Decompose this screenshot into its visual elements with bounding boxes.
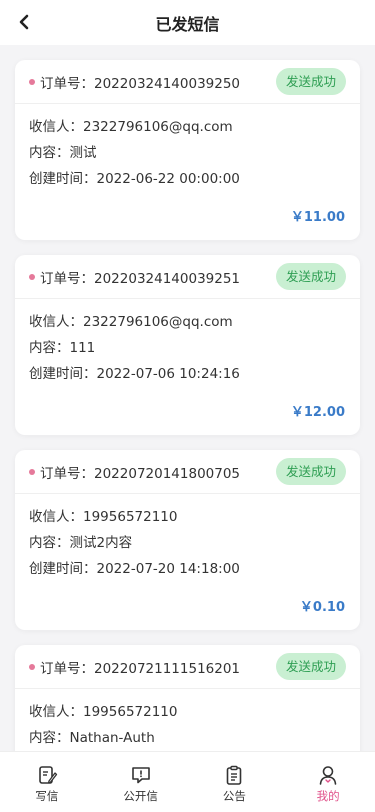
bullet-dot — [29, 273, 35, 280]
tab-write[interactable]: 写信 — [0, 752, 94, 812]
order-number: 订单号：20220324140039250 — [40, 75, 241, 92]
created-time-row: 创建时间：2022-07-06 10:24:16 — [29, 366, 240, 382]
status-badge: 发送成功 — [275, 68, 346, 95]
tab-label: 公告 — [222, 789, 246, 803]
top-bar: 已发短信 — [0, 0, 375, 45]
order-card[interactable]: 订单号：20220324140039250 发送成功 收信人：232279610… — [15, 60, 360, 240]
bullet-dot — [29, 663, 35, 670]
content-row: 内容：测试2内容 — [29, 535, 133, 551]
page-title: 已发短信 — [155, 14, 220, 34]
recipient-row: 收信人：2322796106@qq.com — [29, 119, 233, 135]
tab-profile[interactable]: 我的 — [281, 752, 375, 812]
price: ￥12.00 — [290, 405, 345, 420]
status-badge: 发送成功 — [275, 458, 346, 485]
back-button[interactable] — [10, 8, 38, 36]
order-number: 订单号：20220324140039251 — [40, 270, 241, 287]
content-row: 内容：测试 — [29, 145, 97, 161]
order-header: 订单号：20220720141800705 发送成功 — [15, 450, 360, 494]
created-time-row: 创建时间：2022-06-22 00:00:00 — [29, 171, 240, 187]
tab-public-letter[interactable]: 公开信 — [94, 752, 188, 812]
status-badge: 发送成功 — [275, 653, 346, 680]
tab-notice[interactable]: 公告 — [188, 752, 282, 812]
order-card[interactable]: 订单号：20220324140039251 发送成功 收信人：232279610… — [15, 255, 360, 435]
created-time-row: 创建时间：2022-07-20 14:18:00 — [29, 561, 240, 577]
order-number: 订单号：20220720141800705 — [40, 465, 241, 482]
chevron-left-icon — [19, 14, 29, 30]
write-letter-icon — [39, 766, 58, 784]
sms-list[interactable]: 订单号：20220324140039250 发送成功 收信人：232279610… — [0, 45, 375, 751]
order-header: 订单号：20220324140039250 发送成功 — [15, 60, 360, 104]
bullet-dot — [29, 468, 35, 475]
tab-label: 写信 — [35, 789, 59, 803]
price: ￥0.10 — [299, 600, 345, 615]
notice-icon — [227, 765, 242, 785]
status-badge: 发送成功 — [275, 263, 346, 290]
content-row: 内容：Nathan-Auth — [29, 730, 155, 746]
recipient-row: 收信人：19956572110 — [29, 509, 178, 525]
price: ￥11.00 — [290, 210, 345, 225]
order-card[interactable]: 订单号：20220720141800705 发送成功 收信人：199565721… — [15, 450, 360, 630]
order-header: 订单号：20220324140039251 发送成功 — [15, 255, 360, 299]
recipient-row: 收信人：19956572110 — [29, 704, 178, 720]
order-header: 订单号：20220721111516201 发送成功 — [15, 645, 360, 689]
bottom-tab-bar: 写信 公开信 公告 我的 — [0, 751, 375, 812]
order-card[interactable]: 订单号：20220721111516201 发送成功 收信人：199565721… — [15, 645, 360, 751]
recipient-row: 收信人：2322796106@qq.com — [29, 314, 233, 330]
tab-label: 我的 — [316, 789, 340, 803]
content-row: 内容：111 — [29, 340, 96, 356]
tab-label: 公开信 — [123, 789, 158, 803]
bullet-dot — [29, 78, 35, 85]
public-letter-icon — [131, 767, 150, 784]
order-number: 订单号：20220721111516201 — [40, 660, 241, 677]
profile-icon — [319, 766, 337, 785]
